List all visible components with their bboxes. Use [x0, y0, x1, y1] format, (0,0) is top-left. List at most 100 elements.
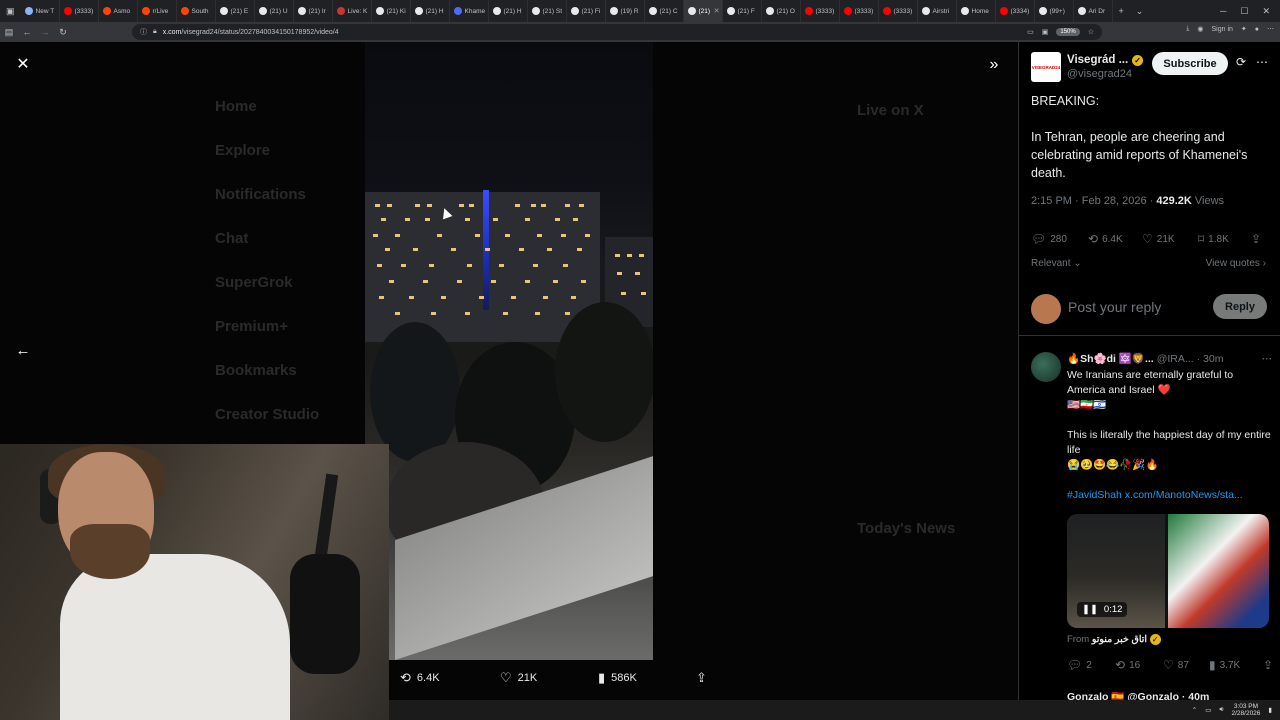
browser-tab[interactable]: r/Live: [138, 0, 177, 22]
browser-tab[interactable]: (19) R: [606, 0, 645, 22]
like-action[interactable]: ♡ 21K: [1142, 232, 1175, 246]
network-icon[interactable]: ▭: [1205, 706, 1211, 714]
browser-tab[interactable]: (3333): [801, 0, 840, 22]
back-icon[interactable]: ←: [18, 27, 36, 37]
repost-stat[interactable]: ⟲ 6.4K: [400, 670, 440, 686]
more-options-icon[interactable]: ⋯: [1256, 55, 1268, 69]
account-icon[interactable]: ◉: [1197, 25, 1203, 33]
close-tab-icon[interactable]: ✕: [714, 7, 720, 15]
share-action[interactable]: ⇪: [1263, 658, 1273, 672]
subscribe-button[interactable]: Subscribe: [1152, 52, 1228, 75]
next-reply-author[interactable]: Gonzalo 🇪🇸 @Gonzalo · 40m: [1067, 690, 1209, 700]
post-author[interactable]: VISEGRAD24 Visegrád ... ✓ @visegrad24: [1031, 52, 1144, 82]
browser-tab[interactable]: (21) St: [528, 0, 567, 22]
media-image-thumb[interactable]: [1168, 514, 1269, 628]
volume-icon[interactable]: 🔊︎: [1219, 706, 1223, 714]
browser-tab[interactable]: (21) O: [762, 0, 801, 22]
browser-tab[interactable]: (3333): [60, 0, 99, 22]
sign-in-button[interactable]: Sign in: [1211, 26, 1232, 33]
screen-share-icon[interactable]: ▣: [1042, 28, 1049, 36]
tab-search-icon[interactable]: ⌄: [1130, 6, 1150, 17]
reply-button[interactable]: Reply: [1213, 294, 1267, 319]
taskbar-clock[interactable]: 3:03 PM 2/28/2026: [1232, 703, 1261, 717]
close-window-icon[interactable]: ✕: [1262, 6, 1270, 17]
reload-icon[interactable]: ↻: [54, 27, 72, 38]
reply-author-handle[interactable]: @IRA...: [1157, 353, 1194, 365]
browser-tab[interactable]: (21) Ki: [372, 0, 411, 22]
author-avatar[interactable]: VISEGRAD24: [1031, 52, 1061, 82]
more-options-icon[interactable]: ⋯: [1262, 353, 1273, 365]
pause-icon[interactable]: ❚❚: [1082, 604, 1098, 615]
user-avatar[interactable]: [1031, 294, 1061, 324]
browser-tab[interactable]: (21) Ir: [294, 0, 333, 22]
views-action[interactable]: ▮ 3.7K: [1209, 658, 1240, 672]
view-quotes-link[interactable]: View quotes ›: [1206, 258, 1266, 269]
browser-tab[interactable]: Home: [957, 0, 996, 22]
browser-tab[interactable]: (21) ✕: [683, 0, 723, 22]
post-timestamp[interactable]: 2:15 PM · Feb 28, 2026 ·: [1031, 195, 1156, 207]
browser-tab[interactable]: Asmo: [99, 0, 138, 22]
browser-tab[interactable]: Ari Dr: [1074, 0, 1113, 22]
settings-icon[interactable]: ⋯: [1267, 25, 1274, 33]
collapse-panel-icon[interactable]: »: [984, 56, 1004, 74]
share-stat[interactable]: ⇪: [696, 670, 707, 686]
browser-tab[interactable]: New T: [21, 0, 60, 22]
previous-arrow-icon[interactable]: ←: [12, 342, 34, 360]
from-source[interactable]: From اتاق خبر منوتو ✓: [1067, 634, 1161, 645]
reply-action[interactable]: 💬︎ 2: [1067, 658, 1092, 672]
browser-tab[interactable]: (21) H: [489, 0, 528, 22]
sort-dropdown[interactable]: Relevant ⌄: [1031, 258, 1082, 269]
download-icon[interactable]: ⤓: [1186, 25, 1189, 33]
zoom-badge[interactable]: 150%: [1056, 28, 1080, 36]
from-source-name[interactable]: اتاق خبر منوتو: [1092, 634, 1147, 645]
tab-actions-icon[interactable]: ▣: [0, 6, 21, 17]
reply-action[interactable]: 💬︎ 280: [1031, 232, 1067, 246]
repost-action[interactable]: ⟲ 16: [1115, 658, 1140, 672]
browser-tab[interactable]: (21) F: [723, 0, 762, 22]
browser-tab[interactable]: Live: K: [333, 0, 372, 22]
share-action[interactable]: ⇪: [1251, 232, 1261, 246]
browser-tab[interactable]: (3333): [840, 0, 879, 22]
bookmark-action[interactable]: ⌑ 1.8K: [1198, 232, 1229, 246]
new-tab-button[interactable]: +: [1113, 6, 1130, 16]
info-icon[interactable]: ⓘ: [140, 27, 147, 37]
tab-layout-icon[interactable]: ▭: [1027, 28, 1034, 36]
repost-action[interactable]: ⟲ 6.4K: [1088, 232, 1123, 246]
address-bar[interactable]: ⓘ 🔒︎ x.com/visegrad24/status/20278400341…: [132, 24, 1102, 40]
extensions-icon[interactable]: ✦: [1241, 25, 1247, 33]
sidebar-toggle-icon[interactable]: ▤: [0, 27, 18, 38]
tray-chevron-icon[interactable]: ⌃: [1192, 706, 1197, 714]
browser-tab[interactable]: (21) U: [255, 0, 294, 22]
browser-tab[interactable]: (3333): [879, 0, 918, 22]
forward-icon[interactable]: →: [36, 27, 54, 37]
reply-time[interactable]: · 30m: [1197, 353, 1224, 365]
notification-icon[interactable]: ●: [1255, 26, 1259, 33]
browser-tab[interactable]: (21) E: [216, 0, 255, 22]
close-icon[interactable]: ✕: [14, 56, 32, 74]
browser-tab[interactable]: Khame: [450, 0, 489, 22]
reply-author-name[interactable]: 🔥Sh🌸di 🔯🦁...: [1067, 352, 1154, 365]
browser-tab[interactable]: (21) H: [411, 0, 450, 22]
video-player[interactable]: [365, 42, 653, 660]
url-link[interactable]: x.com/ManotoNews/sta...: [1125, 489, 1243, 501]
video-timer[interactable]: ❚❚ 0:12: [1077, 602, 1128, 617]
browser-tab[interactable]: (21) Fi: [567, 0, 606, 22]
notifications-icon[interactable]: ▮: [1268, 706, 1272, 714]
browser-tab[interactable]: Airstri: [918, 0, 957, 22]
browser-tab[interactable]: (3334): [996, 0, 1035, 22]
browser-tab[interactable]: (99+): [1035, 0, 1074, 22]
favorite-star-icon[interactable]: ☆: [1088, 28, 1094, 36]
browser-tab[interactable]: South: [177, 0, 216, 22]
hashtag-link[interactable]: #JavidShah: [1067, 489, 1122, 501]
author-handle[interactable]: @visegrad24: [1067, 68, 1143, 80]
minimize-icon[interactable]: ─: [1220, 6, 1226, 17]
reply-input[interactable]: Post your reply: [1068, 299, 1161, 315]
reply-media[interactable]: ❚❚ 0:12: [1067, 514, 1269, 628]
like-action[interactable]: ♡ 87: [1163, 658, 1189, 672]
reply-avatar[interactable]: [1031, 352, 1061, 382]
browser-tab[interactable]: (21) C: [645, 0, 684, 22]
like-stat[interactable]: ♡ 21K: [500, 670, 537, 686]
grok-icon[interactable]: ⟳: [1236, 55, 1246, 69]
views-stat[interactable]: ▮ 586K: [598, 670, 637, 686]
author-name[interactable]: Visegrád ...: [1067, 54, 1128, 66]
